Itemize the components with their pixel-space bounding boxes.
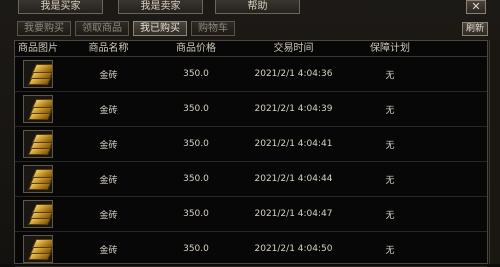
tab-cart[interactable]: 购物车 [191, 21, 235, 36]
item-name: 金砖 [99, 245, 118, 256]
refresh-button[interactable]: 刷新 [462, 22, 488, 36]
protection-plan: 无 [385, 70, 395, 81]
gold-bar-icon [23, 130, 53, 158]
trade-time: 2021/2/1 4:04:39 [254, 104, 333, 114]
item-name: 金砖 [99, 70, 118, 81]
item-name: 金砖 [99, 210, 118, 221]
close-button[interactable]: ✕ [466, 0, 486, 14]
header-image: 商品图片 [18, 43, 58, 54]
gold-bar-icon [23, 235, 53, 263]
buyer-button[interactable]: 我是买家 [18, 0, 103, 14]
purchase-list: 商品图片 商品名称 商品价格 交易时间 保障计划 金砖 350.0 2021/2/1… [14, 40, 488, 267]
item-price: 350.0 [183, 69, 209, 79]
header-plan: 保障计划 [370, 43, 410, 54]
item-price: 350.0 [183, 139, 209, 149]
trade-time: 2021/2/1 4:04:50 [254, 244, 333, 254]
table-row[interactable]: 金砖 350.0 2021/2/1 4:04:44 无 [15, 162, 487, 197]
gold-bar-icon [23, 165, 53, 193]
trade-time: 2021/2/1 4:04:47 [254, 209, 333, 219]
table-row[interactable]: 金砖 350.0 2021/2/1 4:04:39 无 [15, 92, 487, 127]
item-price: 350.0 [183, 244, 209, 254]
table-row[interactable]: 金砖 350.0 2021/2/1 4:04:41 无 [15, 127, 487, 162]
tab-claim[interactable]: 领取商品 [75, 21, 129, 36]
gold-bar-icon [23, 200, 53, 228]
protection-plan: 无 [385, 175, 395, 186]
table-row[interactable]: 金砖 350.0 2021/2/1 4:04:36 无 [15, 57, 487, 92]
item-price: 350.0 [183, 209, 209, 219]
header-price: 商品价格 [176, 43, 216, 54]
seller-button[interactable]: 我是卖家 [118, 0, 203, 14]
protection-plan: 无 [385, 105, 395, 116]
gold-bar-icon [23, 95, 53, 123]
protection-plan: 无 [385, 210, 395, 221]
trade-time: 2021/2/1 4:04:36 [254, 69, 333, 79]
trade-time: 2021/2/1 4:04:44 [254, 174, 333, 184]
item-price: 350.0 [183, 104, 209, 114]
table-row[interactable]: 金砖 350.0 2021/2/1 4:04:50 无 [15, 232, 487, 267]
protection-plan: 无 [385, 140, 395, 151]
tab-bar: 我要购买 领取商品 我已购买 购物车 [17, 21, 235, 36]
table-header: 商品图片 商品名称 商品价格 交易时间 保障计划 [15, 41, 487, 57]
tab-buy[interactable]: 我要购买 [17, 21, 71, 36]
protection-plan: 无 [385, 245, 395, 256]
item-name: 金砖 [99, 175, 118, 186]
table-row[interactable]: 金砖 350.0 2021/2/1 4:04:47 无 [15, 197, 487, 232]
header-time: 交易时间 [273, 43, 314, 54]
tab-purchased[interactable]: 我已购买 [133, 21, 187, 36]
item-name: 金砖 [99, 105, 118, 116]
scrollbar[interactable] [489, 40, 500, 264]
trade-time: 2021/2/1 4:04:41 [254, 139, 333, 149]
help-button[interactable]: 帮助 [215, 0, 300, 14]
item-price: 350.0 [183, 174, 209, 184]
header-name: 商品名称 [88, 43, 129, 54]
item-name: 金砖 [99, 140, 118, 151]
gold-bar-icon [23, 60, 53, 88]
